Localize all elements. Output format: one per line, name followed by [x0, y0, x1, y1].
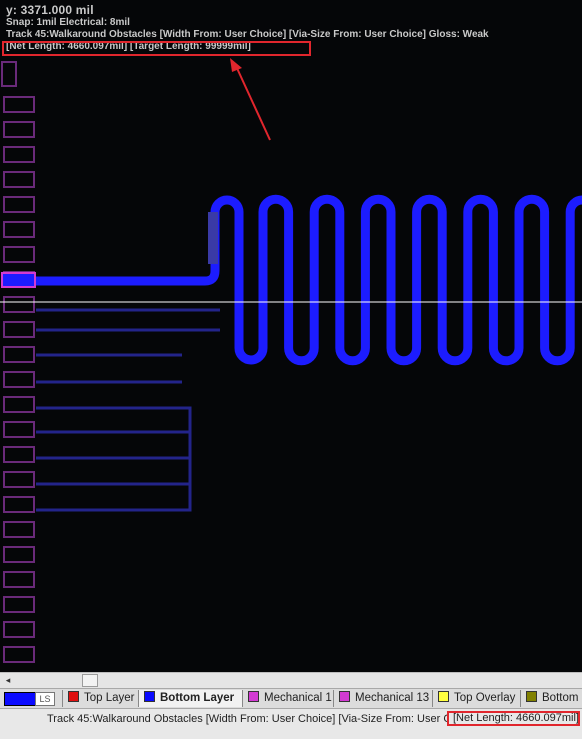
pad — [3, 196, 35, 213]
tab-top-layer[interactable]: Top Layer — [62, 690, 138, 707]
pad — [3, 621, 35, 638]
layer-set-button[interactable]: LS — [35, 692, 55, 706]
pad — [3, 571, 35, 588]
pad — [3, 321, 35, 338]
pad — [3, 546, 35, 563]
length-highlight-box — [2, 41, 311, 56]
tab-mechanical-13[interactable]: Mechanical 13 — [333, 690, 432, 707]
pad — [3, 96, 35, 113]
current-layer-color[interactable] — [4, 692, 36, 706]
pad — [3, 396, 35, 413]
scroll-left-icon[interactable]: ◂ — [0, 673, 16, 688]
tab-label: Mechanical 13 — [355, 692, 430, 704]
layer-color-swatch — [438, 691, 449, 702]
pad — [3, 446, 35, 463]
pad — [1, 61, 17, 87]
pad — [3, 646, 35, 663]
tab-label: Bottom Layer — [160, 692, 235, 704]
layer-tabs-bar: LS Top Layer Bottom Layer Mechanical 1 M… — [0, 688, 582, 708]
serpentine-trace[interactable] — [31, 194, 582, 366]
pad — [3, 171, 35, 188]
pad — [3, 346, 35, 363]
pad — [3, 496, 35, 513]
pad — [3, 596, 35, 613]
annotation-arrow — [230, 58, 271, 141]
scroll-thumb[interactable] — [82, 674, 98, 687]
tab-mechanical-1[interactable]: Mechanical 1 — [242, 690, 333, 707]
pad — [3, 421, 35, 438]
status-net-length: [Net Length: 4660.097mil] — [447, 711, 580, 726]
tab-label: Bottom O — [542, 692, 582, 704]
layer-color-swatch — [526, 691, 537, 702]
snap-info: Snap: 1mil Electrical: 8mil — [6, 17, 130, 28]
layer-color-swatch — [144, 691, 155, 702]
layer-color-swatch — [339, 691, 350, 702]
pcb-layout-drawing[interactable] — [0, 0, 582, 672]
tab-label: Top Overlay — [454, 692, 516, 704]
pad — [3, 471, 35, 488]
pcb-canvas[interactable]: y: 3371.000 mil Snap: 1mil Electrical: 8… — [0, 0, 582, 672]
start-pad[interactable] — [1, 272, 36, 288]
tab-bottom-overlay[interactable]: Bottom O — [520, 690, 582, 707]
pad — [3, 246, 35, 263]
tab-bottom-layer[interactable]: Bottom Layer — [138, 690, 242, 707]
horizontal-scrollbar[interactable]: ◂ — [0, 672, 582, 688]
status-text: Track 45:Walkaround Obstacles [Width Fro… — [47, 713, 447, 725]
pad — [3, 221, 35, 238]
tab-top-overlay[interactable]: Top Overlay — [432, 690, 520, 707]
pad — [3, 121, 35, 138]
connector-pads — [1, 61, 35, 663]
pad — [3, 521, 35, 538]
layer-color-swatch — [248, 691, 259, 702]
pad — [3, 296, 35, 313]
track-mode-info: Track 45:Walkaround Obstacles [Width Fro… — [6, 29, 489, 40]
y-coordinate-readout: y: 3371.000 mil — [6, 3, 94, 17]
layer-color-swatch — [68, 691, 79, 702]
status-bar: Track 45:Walkaround Obstacles [Width Fro… — [0, 708, 582, 739]
selected-segment — [208, 212, 218, 264]
pad — [3, 146, 35, 163]
pad — [3, 371, 35, 388]
tab-label: Top Layer — [84, 692, 135, 704]
other-traces — [36, 308, 220, 512]
tab-label: Mechanical 1 — [264, 692, 332, 704]
